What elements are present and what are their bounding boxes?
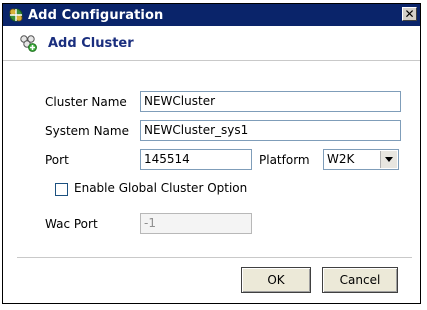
port-label: Port [45,153,69,167]
global-cluster-checkbox[interactable] [55,183,68,196]
divider [17,257,412,258]
wac-port-label: Wac Port [45,217,98,231]
wac-port-input: -1 [140,213,252,234]
port-input[interactable]: 145514 [140,149,252,170]
platform-label: Platform [259,153,310,167]
cluster-name-label: Cluster Name [45,95,127,109]
cluster-name-input[interactable]: NEWCluster [140,91,401,112]
cancel-button[interactable]: Cancel [322,267,398,293]
ok-button[interactable]: OK [241,267,311,293]
dialog-header: Add Cluster [3,26,420,61]
system-name-input[interactable]: NEWCluster_sys1 [140,120,401,141]
form-body: Cluster Name NEWCluster System Name NEWC… [3,61,420,303]
global-cluster-label: Enable Global Cluster Option [74,181,248,195]
configuration-app-icon [8,7,24,23]
add-configuration-dialog: Add Configuration ✕ Add Cluster Cluster … [2,3,421,304]
add-cluster-icon [18,33,38,53]
title-bar[interactable]: Add Configuration ✕ [3,4,420,26]
platform-select[interactable]: W2K [323,149,399,170]
platform-selected-value: W2K [327,152,355,166]
dialog-heading: Add Cluster [48,35,134,51]
window-title: Add Configuration [28,7,164,23]
chevron-down-icon[interactable] [380,151,397,168]
close-icon[interactable]: ✕ [402,7,417,21]
system-name-label: System Name [45,124,129,138]
